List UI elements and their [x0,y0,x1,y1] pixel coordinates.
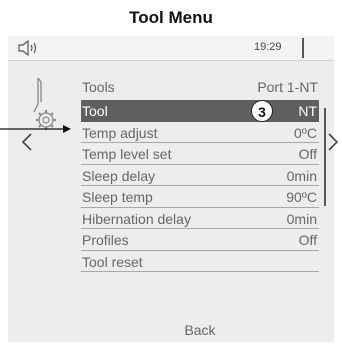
menu-row-label: Sleep delay [82,167,156,184]
menu-row-value: 0min [286,210,317,227]
back-button[interactable]: Back [81,322,319,338]
menu-row-label: Hibernation delay [82,210,191,227]
chevron-left-icon[interactable] [20,132,34,152]
menu-row-sleep-delay[interactable]: Sleep delay 0min [81,165,319,186]
menu-row-label: Sleep temp [82,189,153,205]
tools-header: Tools Port 1-NT [82,77,318,97]
menu-row-value: Off [298,232,317,248]
menu-row-label: Temp level set [82,146,172,162]
menu-row-sleep-temp[interactable]: Sleep temp 90ºC [81,186,319,208]
menu-row-value: Off [298,146,317,162]
callout-badge: 3 [251,100,273,122]
menu-row-temp-level-set[interactable]: Temp level set Off [81,143,319,165]
port-label: Port 1-NT [257,79,318,95]
menu-row-label: Tool reset [82,253,143,270]
menu-row-label: Profiles [82,232,129,248]
device-screen: 19:29 Tools Port 1-NT Tool 3 NT Temp adj… [8,36,339,342]
menu-row-profiles[interactable]: Profiles Off [81,229,319,251]
menu-row-tool[interactable]: Tool 3 NT [81,100,319,122]
tools-header-label: Tools [82,79,115,95]
settings-menu: Tool 3 NT Temp adjust 0ºC Temp level set… [81,100,319,272]
menu-row-temp-adjust[interactable]: Temp adjust 0ºC [81,122,319,143]
menu-row-label: Tool [82,103,108,119]
clock-time: 19:29 [254,41,282,53]
menu-row-value: 0min [286,167,317,184]
menu-row-value: 90ºC [286,189,317,205]
scrollbar[interactable] [324,108,326,206]
status-bar: 19:29 [8,36,334,61]
speaker-icon[interactable] [17,40,41,56]
status-divider [302,38,304,58]
menu-row-tool-reset[interactable]: Tool reset [81,251,319,272]
menu-row-hibernation-delay[interactable]: Hibernation delay 0min [81,208,319,229]
pointer-arrow [0,125,71,133]
figure-caption: Tool Menu [129,8,213,27]
menu-row-label: Temp adjust [82,124,158,141]
menu-row-value: 0ºC [293,124,317,141]
chevron-right-icon[interactable] [326,132,340,152]
menu-row-value: NT [298,103,317,119]
